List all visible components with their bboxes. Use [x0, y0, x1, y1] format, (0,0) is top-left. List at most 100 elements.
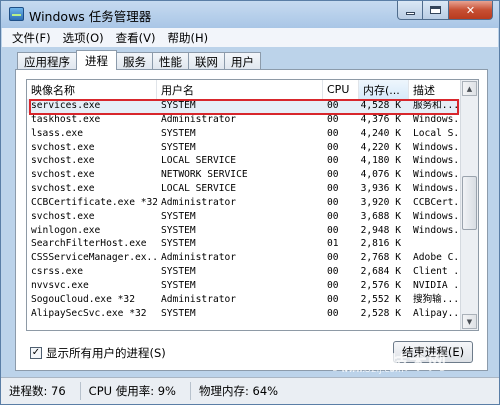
- column-memory[interactable]: 内存(...: [359, 80, 409, 99]
- process-user-name: SYSTEM: [161, 210, 196, 222]
- minimize-button[interactable]: [397, 1, 423, 20]
- process-description: Windows...: [413, 224, 461, 236]
- process-description: 搜狗输...: [413, 293, 460, 305]
- list-header: 映像名称 用户名 CPU 内存(... 描述: [27, 80, 461, 99]
- table-row[interactable]: svchost.exe LOCAL SERVICE 00 3,936 K Windows…: [27, 182, 461, 196]
- title-bar[interactable]: Windows 任务管理器 ✕: [1, 1, 499, 28]
- column-description[interactable]: 描述: [409, 80, 461, 99]
- scroll-down-button[interactable]: ▼: [462, 314, 477, 329]
- menu-view[interactable]: 查看(V): [110, 30, 162, 46]
- process-user-name: SYSTEM: [161, 307, 196, 319]
- table-row[interactable]: svchost.exe SYSTEM 00 3,688 K Windows...: [27, 210, 461, 224]
- tab-processes[interactable]: 进程: [76, 50, 117, 70]
- table-row[interactable]: lsass.exe SYSTEM 00 4,240 K Local S...: [27, 127, 461, 141]
- menu-help[interactable]: 帮助(H): [161, 30, 214, 46]
- process-cpu: 00: [327, 127, 339, 139]
- table-row[interactable]: AlipaySecSvc.exe *32 SYSTEM 00 2,528 K Alipa…: [27, 307, 461, 321]
- tab-performance[interactable]: 性能: [152, 52, 189, 70]
- show-all-users-label: 显示所有用户的进程(S): [46, 346, 166, 360]
- scroll-up-button[interactable]: ▲: [462, 81, 477, 96]
- process-cpu: 01: [327, 238, 339, 250]
- tab-services[interactable]: 服务: [116, 52, 153, 70]
- process-user-name: LOCAL SERVICE: [161, 183, 237, 195]
- chevron-up-icon: ▲: [466, 84, 473, 93]
- process-user-name: Administrator: [161, 293, 237, 305]
- close-icon: ✕: [465, 3, 476, 17]
- process-cpu: 00: [327, 113, 339, 125]
- process-memory: 4,528 K: [359, 99, 409, 113]
- process-user-name: SYSTEM: [161, 141, 196, 153]
- table-row[interactable]: svchost.exe SYSTEM 00 4,220 K Windows...: [27, 141, 461, 155]
- process-user-name: NETWORK SERVICE: [161, 169, 248, 181]
- process-image-name: svchost.exe: [31, 155, 95, 167]
- close-button[interactable]: ✕: [449, 1, 493, 20]
- table-row[interactable]: SogouCloud.exe *32 Administrator 00 2,552 K…: [27, 293, 461, 307]
- process-user-name: Administrator: [161, 113, 237, 125]
- column-image-name[interactable]: 映像名称: [27, 80, 157, 99]
- process-description: Windows...: [413, 169, 461, 181]
- maximize-button[interactable]: [423, 1, 449, 20]
- show-all-users-checkbox[interactable]: ✓: [30, 347, 42, 359]
- table-row[interactable]: csrss.exe SYSTEM 00 2,684 K Client ...: [27, 265, 461, 279]
- table-row[interactable]: taskhost.exe Administrator 00 4,376 K Window…: [27, 113, 461, 127]
- chevron-down-icon: ▼: [466, 317, 473, 326]
- process-description: Client ...: [413, 266, 461, 278]
- status-physical-memory: 物理内存: 64%: [198, 384, 279, 398]
- minimize-icon: [405, 11, 415, 15]
- vertical-scrollbar[interactable]: ▲ ▼: [460, 80, 478, 330]
- process-description: Adobe C...: [413, 252, 461, 264]
- tab-strip: 应用程序 进程 服务 性能 联网 用户: [17, 50, 261, 70]
- process-memory: 2,948 K: [360, 224, 401, 236]
- window-title: Windows 任务管理器: [29, 9, 152, 24]
- table-row[interactable]: svchost.exe LOCAL SERVICE 00 4,180 K Windows…: [27, 154, 461, 168]
- table-row[interactable]: nvvsvc.exe SYSTEM 00 2,576 K NVIDIA ...: [27, 279, 461, 293]
- status-cpu-usage: CPU 使用率: 9%: [88, 384, 176, 398]
- process-cpu: 00: [327, 169, 339, 181]
- checkmark-icon: ✓: [31, 347, 41, 358]
- process-cpu: 00: [327, 224, 339, 236]
- process-cpu: 00: [327, 266, 339, 278]
- process-list[interactable]: 映像名称 用户名 CPU 内存(... 描述 services.exe SYSTE…: [26, 79, 479, 331]
- process-image-name: services.exe: [27, 99, 157, 113]
- process-cpu: 00: [327, 210, 339, 222]
- process-image-name: SearchFilterHost.exe: [31, 238, 147, 250]
- table-row[interactable]: SearchFilterHost.exe SYSTEM 01 2,816 K: [27, 237, 461, 251]
- process-cpu: 00: [327, 196, 339, 208]
- process-cpu: 00: [327, 141, 339, 153]
- process-description: Windows...: [413, 183, 461, 195]
- process-description: NVIDIA ...: [413, 279, 461, 291]
- process-cpu: 00: [327, 252, 339, 264]
- process-image-name: taskhost.exe: [31, 113, 101, 125]
- process-memory: 2,768 K: [360, 252, 401, 264]
- task-manager-icon: [9, 7, 24, 21]
- process-memory: 3,936 K: [360, 183, 401, 195]
- process-image-name: lsass.exe: [31, 127, 83, 139]
- column-cpu[interactable]: CPU: [323, 80, 359, 99]
- watermark-url: www.52ij.com: [341, 365, 404, 375]
- process-description: CCBCert...: [413, 196, 461, 208]
- tab-users[interactable]: 用户: [224, 52, 261, 70]
- show-all-users-option[interactable]: ✓ 显示所有用户的进程(S): [30, 345, 166, 361]
- scroll-thumb[interactable]: [462, 176, 477, 230]
- table-row[interactable]: svchost.exe NETWORK SERVICE 00 4,076 K Windo…: [27, 168, 461, 182]
- processes-panel: 映像名称 用户名 CPU 内存(... 描述 services.exe SYSTE…: [15, 69, 488, 371]
- table-row[interactable]: winlogon.exe SYSTEM 00 2,948 K Windows...: [27, 224, 461, 238]
- process-memory: 3,920 K: [360, 196, 401, 208]
- menu-options[interactable]: 选项(O): [57, 30, 110, 46]
- process-image-name: nvvsvc.exe: [31, 279, 89, 291]
- maximize-icon: [430, 6, 441, 14]
- table-row[interactable]: CCBCertificate.exe *32 Administrator 00 3,9…: [27, 196, 461, 210]
- process-memory: 2,576 K: [360, 279, 401, 291]
- table-row[interactable]: CSSServiceManager.ex... Administrator 00 2,…: [27, 251, 461, 265]
- tab-applications[interactable]: 应用程序: [17, 52, 77, 70]
- process-user-name: Administrator: [161, 196, 237, 208]
- menu-file[interactable]: 文件(F): [6, 30, 57, 46]
- column-user-name[interactable]: 用户名: [157, 80, 323, 99]
- tab-networking[interactable]: 联网: [188, 52, 225, 70]
- task-manager-window: Windows 任务管理器 ✕ 文件(F) 选项(O) 查看(V) 帮助(H) …: [0, 0, 500, 405]
- process-memory: 4,076 K: [360, 169, 401, 181]
- table-row[interactable]: services.exe SYSTEM 00 4,528 K 服务和...: [27, 99, 461, 113]
- process-memory: 2,816 K: [360, 238, 401, 250]
- menu-bar: 文件(F) 选项(O) 查看(V) 帮助(H): [2, 28, 498, 47]
- process-image-name: CCBCertificate.exe *32: [31, 196, 157, 208]
